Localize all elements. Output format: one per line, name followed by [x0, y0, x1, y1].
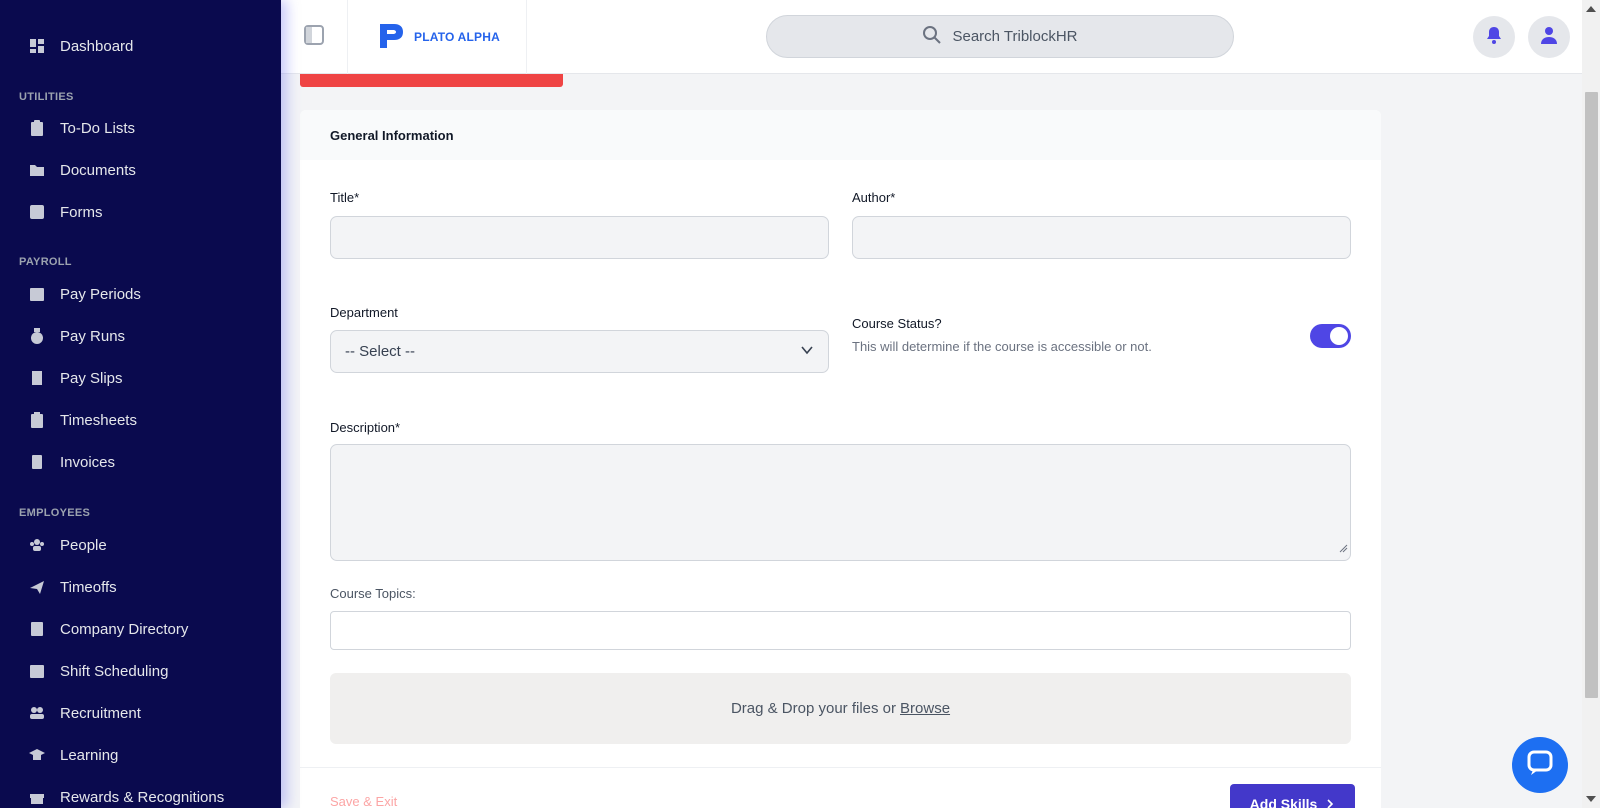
chat-widget-button[interactable]	[1512, 737, 1568, 793]
department-value: -- Select --	[345, 343, 416, 360]
sidebar-item-label: Timesheets	[60, 411, 137, 429]
user-icon	[1539, 25, 1559, 50]
section-title: General Information	[300, 110, 1381, 160]
form-footer: Save & Exit Add Skills	[300, 767, 1381, 808]
sidebar-item-label: To-Do Lists	[60, 119, 136, 137]
chevron-down-icon	[800, 343, 814, 361]
section-label-employees: EMPLOYEES	[19, 507, 91, 519]
dashboard-icon	[28, 37, 46, 55]
clipboard-list-icon	[28, 411, 46, 429]
sidebar-item-pay-periods[interactable]: Pay Periods	[28, 280, 141, 308]
contact-book-icon	[28, 620, 46, 638]
sidebar-item-label: Documents	[60, 161, 136, 179]
add-skills-button[interactable]: Add Skills	[1230, 784, 1355, 808]
dropzone-text: Drag & Drop your files or	[730, 700, 897, 717]
notifications-button[interactable]	[1473, 16, 1515, 58]
scrollbar-thumb[interactable]	[1585, 92, 1598, 698]
author-input[interactable]	[852, 216, 1351, 259]
sidebar-item-invoices[interactable]: Invoices	[28, 448, 115, 476]
sidebar-item-learning[interactable]: Learning	[28, 741, 118, 769]
title-label: Title*	[330, 190, 360, 205]
sidebar-item-forms[interactable]: Forms	[28, 198, 103, 226]
sidebar-item-label: Learning	[60, 746, 119, 764]
sidebar-item-rewards[interactable]: Rewards & Recognitions	[28, 783, 224, 808]
sidebar: Dashboard UTILITIES To-Do Lists Document…	[0, 0, 281, 808]
clipboard-icon	[28, 119, 46, 137]
sidebar-item-label: Pay Slips	[60, 369, 123, 387]
chat-icon	[1525, 749, 1555, 782]
profile-button[interactable]	[1528, 16, 1570, 58]
calendar-grid-icon	[28, 662, 46, 680]
search-icon	[922, 25, 952, 49]
search-placeholder: Search TriblockHR	[952, 28, 1078, 45]
browse-link[interactable]: Browse	[900, 700, 950, 717]
receipt-icon	[28, 369, 46, 387]
add-skills-label: Add Skills	[1249, 796, 1318, 808]
sidebar-item-people[interactable]: People	[28, 531, 107, 559]
chevron-right-icon	[1325, 796, 1335, 808]
toggle-knob	[1330, 327, 1348, 345]
brand-logo[interactable]: PLATO ALPHA	[347, 0, 527, 74]
sidebar-item-label: Company Directory	[60, 620, 189, 638]
calendar-icon	[28, 285, 46, 303]
brand-name: PLATO ALPHA	[414, 30, 500, 44]
description-textarea[interactable]	[330, 444, 1351, 561]
sidebar-item-label: Forms	[60, 203, 103, 221]
sidebar-item-todo-lists[interactable]: To-Do Lists	[28, 114, 135, 142]
sidebar-item-label: Pay Periods	[60, 285, 141, 303]
sidebar-item-documents[interactable]: Documents	[28, 156, 136, 184]
department-select[interactable]: -- Select --	[330, 330, 829, 373]
sidebar-item-label: Recruitment	[60, 704, 141, 722]
section-label-utilities: UTILITIES	[19, 91, 74, 103]
course-status-toggle[interactable]	[1310, 324, 1351, 348]
course-topics-label: Course Topics:	[330, 586, 416, 601]
course-topics-input[interactable]	[330, 611, 1351, 650]
scroll-down-arrow[interactable]	[1586, 796, 1596, 802]
scroll-up-arrow[interactable]	[1586, 6, 1596, 12]
sidebar-item-pay-runs[interactable]: Pay Runs	[28, 322, 125, 350]
sidebar-item-label: Shift Scheduling	[60, 662, 169, 680]
sidebar-item-timesheets[interactable]: Timesheets	[28, 406, 137, 434]
course-status-title: Course Status?	[852, 316, 942, 331]
title-input[interactable]	[330, 216, 829, 259]
sidebar-item-pay-slips[interactable]: Pay Slips	[28, 364, 123, 392]
course-status-description: This will determine if the course is acc…	[852, 339, 1152, 354]
sidebar-item-dashboard[interactable]: Dashboard	[28, 32, 133, 60]
search-input[interactable]: Search TriblockHR	[766, 15, 1234, 58]
checkbox-icon	[28, 203, 46, 221]
panel-toggle-icon	[304, 24, 324, 50]
file-dropzone[interactable]: Drag & Drop your files or Browse	[330, 673, 1351, 744]
graduation-cap-icon	[28, 746, 46, 764]
sidebar-item-timeoffs[interactable]: Timeoffs	[28, 573, 117, 601]
general-information-card: General Information Title* Author* Depar…	[300, 110, 1381, 808]
people-icon	[28, 536, 46, 554]
department-label: Department	[330, 305, 398, 320]
gift-icon	[28, 788, 46, 806]
sidebar-item-company-directory[interactable]: Company Directory	[28, 615, 188, 643]
bell-icon	[1484, 25, 1504, 50]
sidebar-item-label: Dashboard	[60, 37, 134, 55]
sidebar-item-shift-scheduling[interactable]: Shift Scheduling	[28, 657, 168, 685]
sidebar-item-label: People	[60, 536, 107, 554]
section-label-payroll: PAYROLL	[19, 256, 72, 268]
resize-handle-icon	[1339, 540, 1348, 558]
sidebar-item-recruitment[interactable]: Recruitment	[28, 699, 141, 727]
description-label: Description*	[330, 420, 401, 435]
sidebar-item-label: Invoices	[60, 453, 116, 471]
user-group-icon	[28, 704, 46, 722]
sidebar-item-label: Rewards & Recognitions	[60, 788, 225, 806]
invoice-icon	[28, 453, 46, 471]
money-bag-icon	[28, 327, 46, 345]
plane-icon	[28, 578, 46, 596]
sidebar-item-label: Timeoffs	[60, 578, 117, 596]
sidebar-toggle-button[interactable]	[303, 24, 325, 50]
save-exit-button[interactable]: Save & Exit	[330, 794, 397, 808]
plato-logo-icon	[376, 20, 408, 55]
author-label: Author*	[852, 190, 896, 205]
sidebar-item-label: Pay Runs	[60, 327, 126, 345]
folder-icon	[28, 161, 46, 179]
